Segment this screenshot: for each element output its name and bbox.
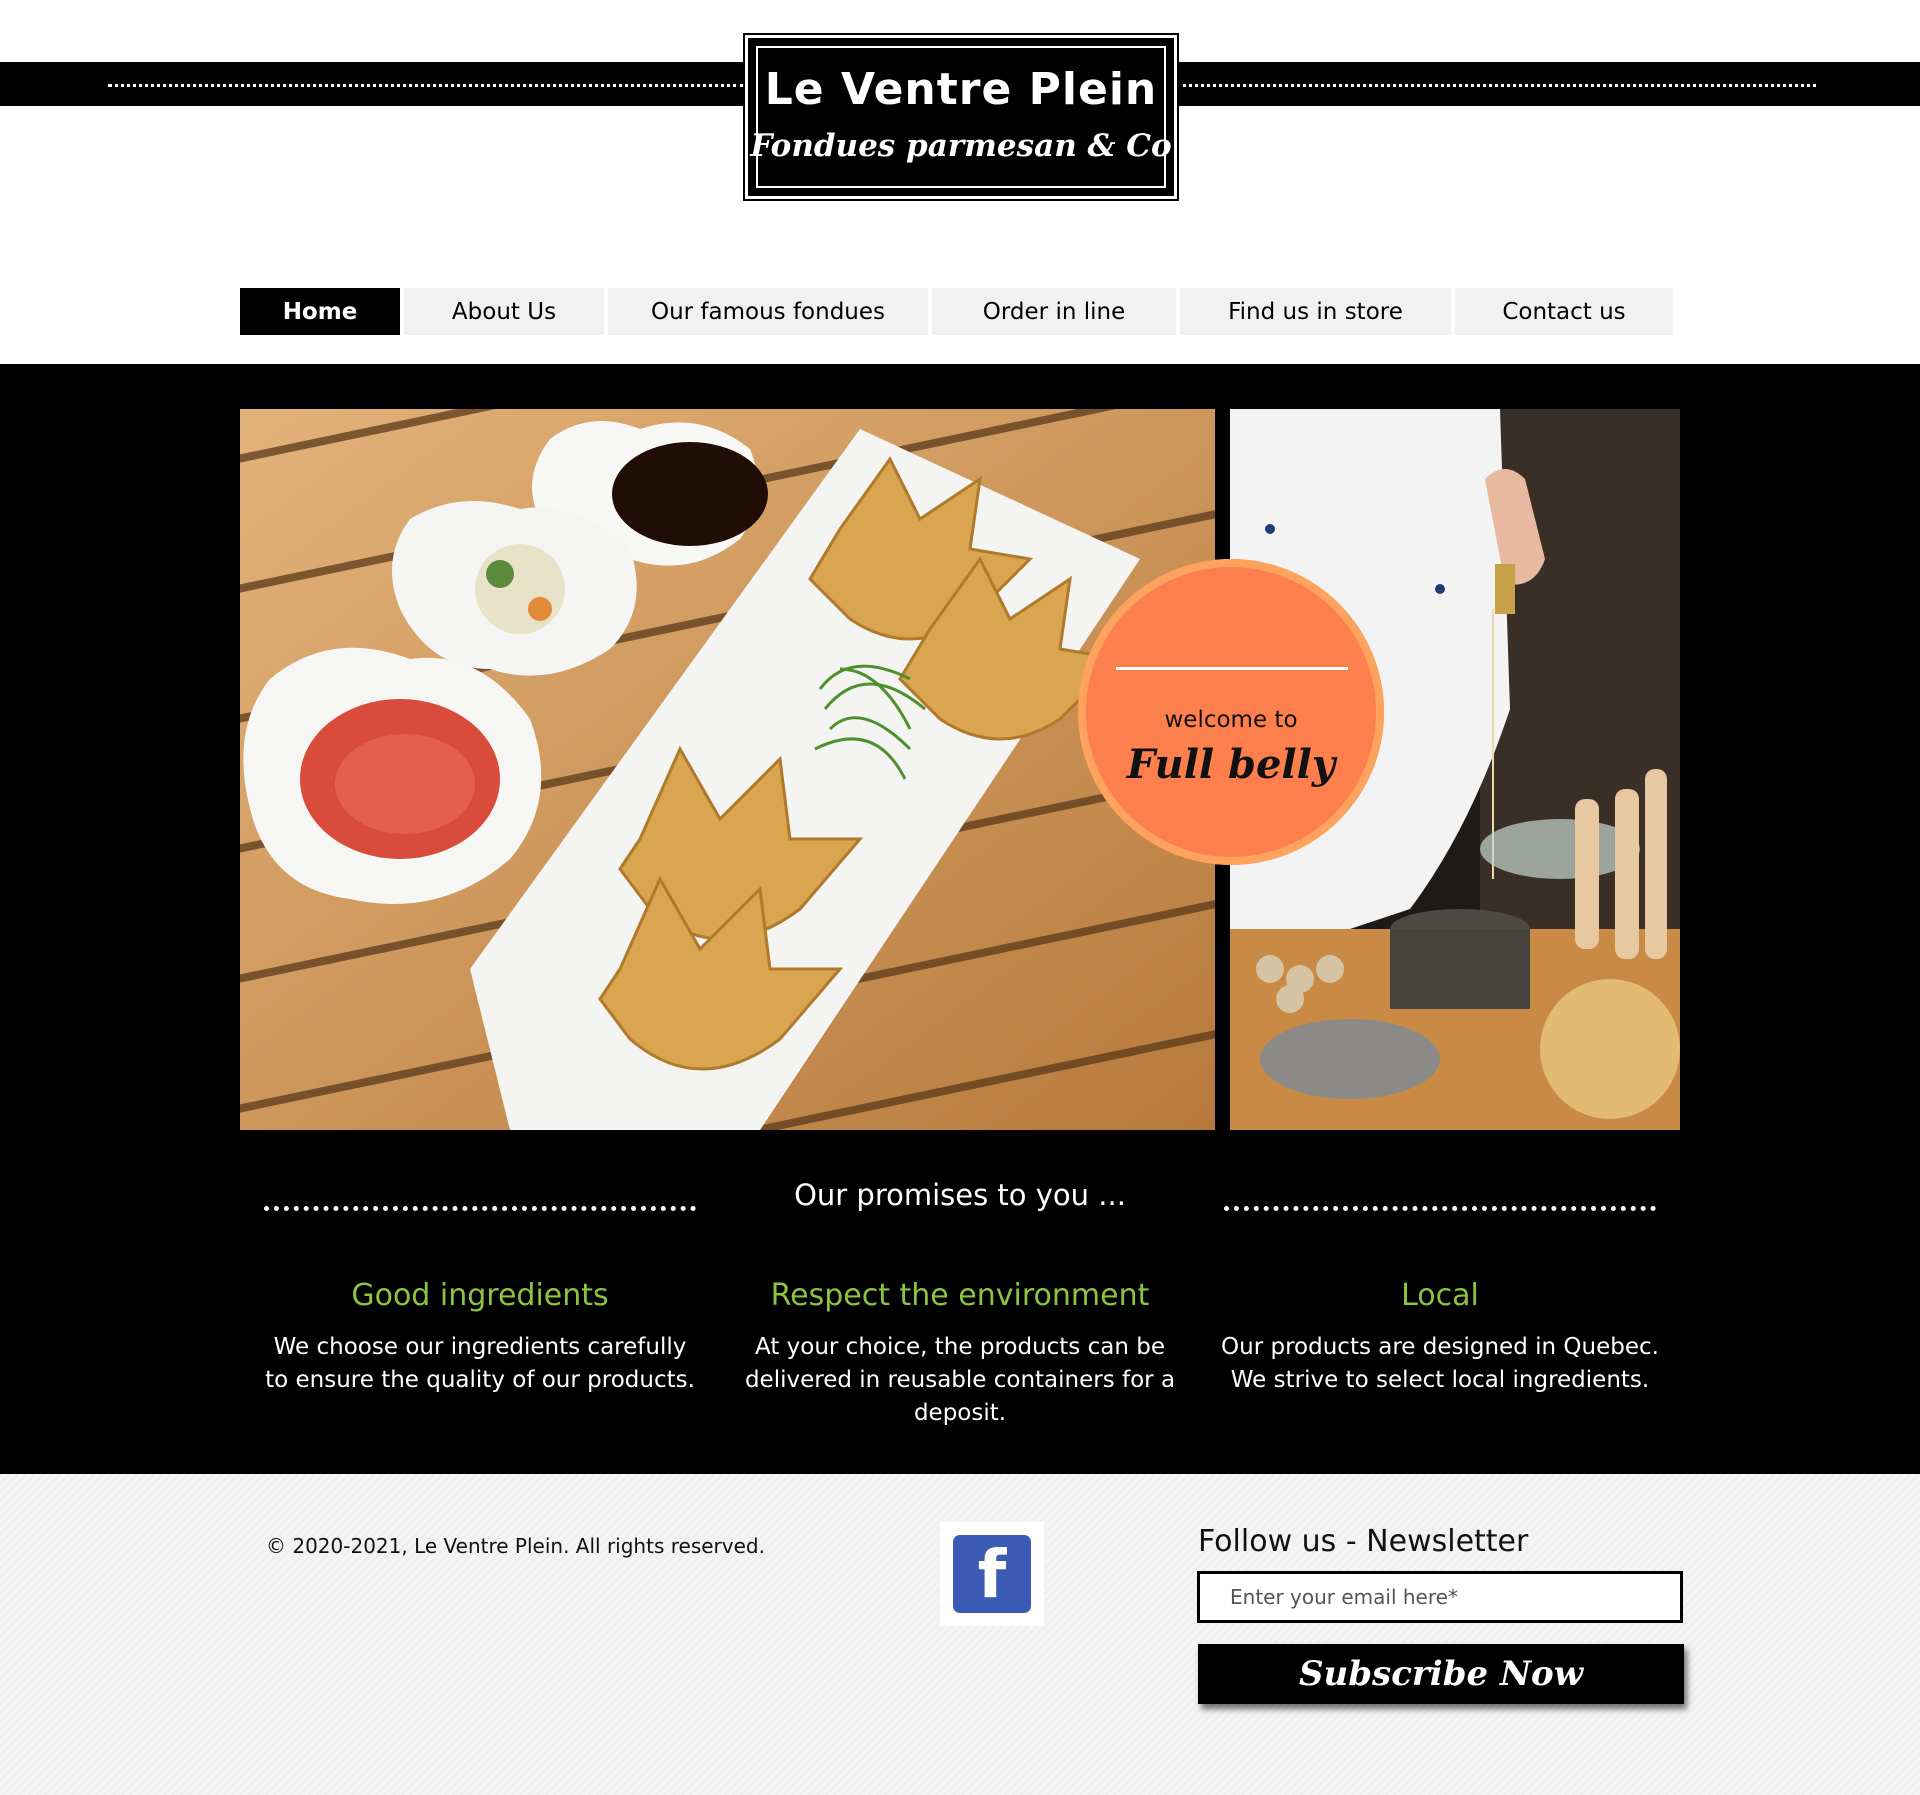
welcome-to-text: welcome to <box>1164 707 1298 733</box>
welcome-badge: welcome to Full belly <box>1078 559 1384 865</box>
nav-our-famous-fondues[interactable]: Our famous fondues <box>608 288 928 335</box>
nav-contact-us[interactable]: Contact us <box>1455 288 1673 335</box>
logo-subtitle: Fondues parmesan & Co <box>750 128 1172 164</box>
promise-text: We choose our ingredients carefully to e… <box>265 1334 695 1393</box>
main-nav: Home About Us Our famous fondues Order i… <box>240 288 1673 335</box>
header-dotted-rule-left <box>108 84 744 87</box>
promise-local: Local Our products are designed in Quebe… <box>1220 1278 1660 1397</box>
welcome-brand-name: Full belly <box>1126 741 1336 788</box>
header-dotted-rule-right <box>1176 84 1816 87</box>
promise-heading: Respect the environment <box>770 1278 1150 1313</box>
promises-dotted-rule-left <box>264 1206 696 1211</box>
facebook-icon: f <box>953 1535 1031 1613</box>
nav-find-us-in-store[interactable]: Find us in store <box>1180 288 1451 335</box>
copyright-text: © 2020-2021, Le Ventre Plein. All rights… <box>266 1534 765 1558</box>
promise-text: Our products are designed in Quebec. We … <box>1221 1334 1659 1393</box>
promises-dotted-rule-right <box>1224 1206 1656 1211</box>
promise-heading: Good ingredients <box>351 1278 609 1313</box>
promise-text: At your choice, the products can be deli… <box>744 1334 1176 1426</box>
facebook-link[interactable]: f <box>940 1522 1044 1626</box>
nav-home[interactable]: Home <box>240 288 400 335</box>
site-logo[interactable]: Le Ventre Plein Fondues parmesan & Co <box>748 38 1174 196</box>
subscribe-button[interactable]: Subscribe Now <box>1198 1644 1684 1704</box>
promise-respect-environment: Respect the environment At your choice, … <box>740 1278 1180 1430</box>
logo-title: Le Ventre Plein <box>764 64 1158 115</box>
newsletter-title: Follow us - Newsletter <box>1198 1524 1529 1559</box>
dumplings-illustration <box>240 409 1215 1130</box>
nav-about-us[interactable]: About Us <box>404 288 604 335</box>
hero-image-dumplings <box>240 409 1215 1130</box>
newsletter-email-input[interactable] <box>1197 1571 1683 1623</box>
promise-good-ingredients: Good ingredients We choose our ingredien… <box>260 1278 700 1397</box>
welcome-divider <box>1116 667 1348 670</box>
promise-heading: Local <box>1401 1278 1479 1313</box>
nav-order-in-line[interactable]: Order in line <box>932 288 1176 335</box>
promises-title: Our promises to you ... <box>794 1178 1126 1212</box>
